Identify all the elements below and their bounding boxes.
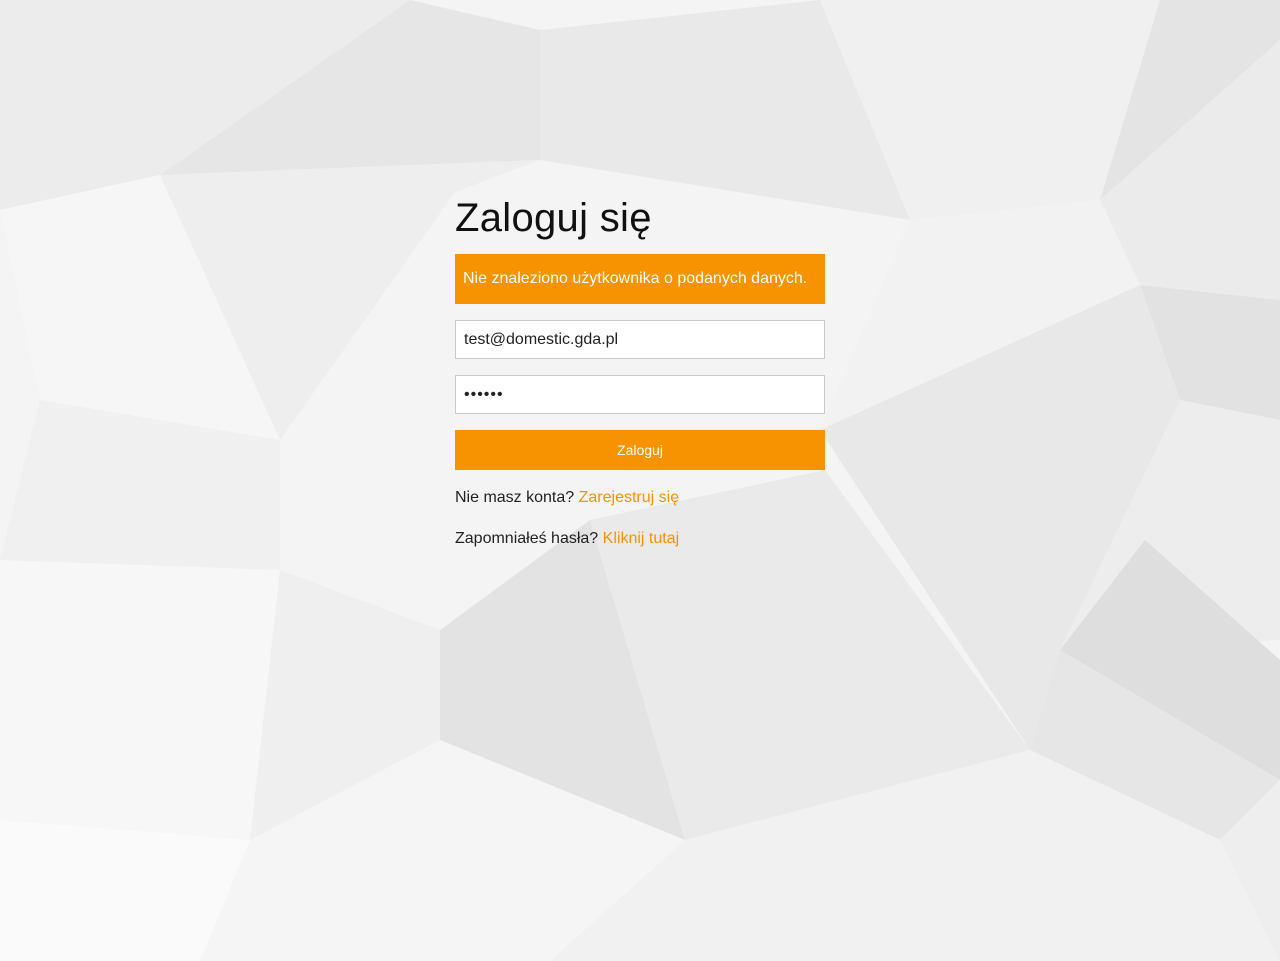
register-link[interactable]: Zarejestruj się — [579, 489, 679, 506]
error-alert: Nie znaleziono użytkownika o podanych da… — [455, 254, 825, 304]
forgot-password-line: Zapomniałeś hasła? Kliknij tutaj — [455, 529, 825, 549]
page-title: Zaloguj się — [455, 196, 652, 240]
password-input[interactable] — [455, 375, 825, 414]
error-message: Nie znaleziono użytkownika o podanych da… — [463, 270, 808, 287]
register-line: Nie masz konta? Zarejestruj się — [455, 488, 825, 508]
email-input[interactable] — [455, 320, 825, 359]
login-button[interactable]: Zaloguj — [455, 430, 825, 470]
forgot-password-link[interactable]: Kliknij tutaj — [603, 530, 679, 547]
login-form: Zaloguj się Nie znaleziono użytkownika o… — [455, 192, 825, 549]
forgot-prompt: Zapomniałeś hasła? — [455, 530, 599, 547]
register-prompt: Nie masz konta? — [455, 489, 575, 506]
